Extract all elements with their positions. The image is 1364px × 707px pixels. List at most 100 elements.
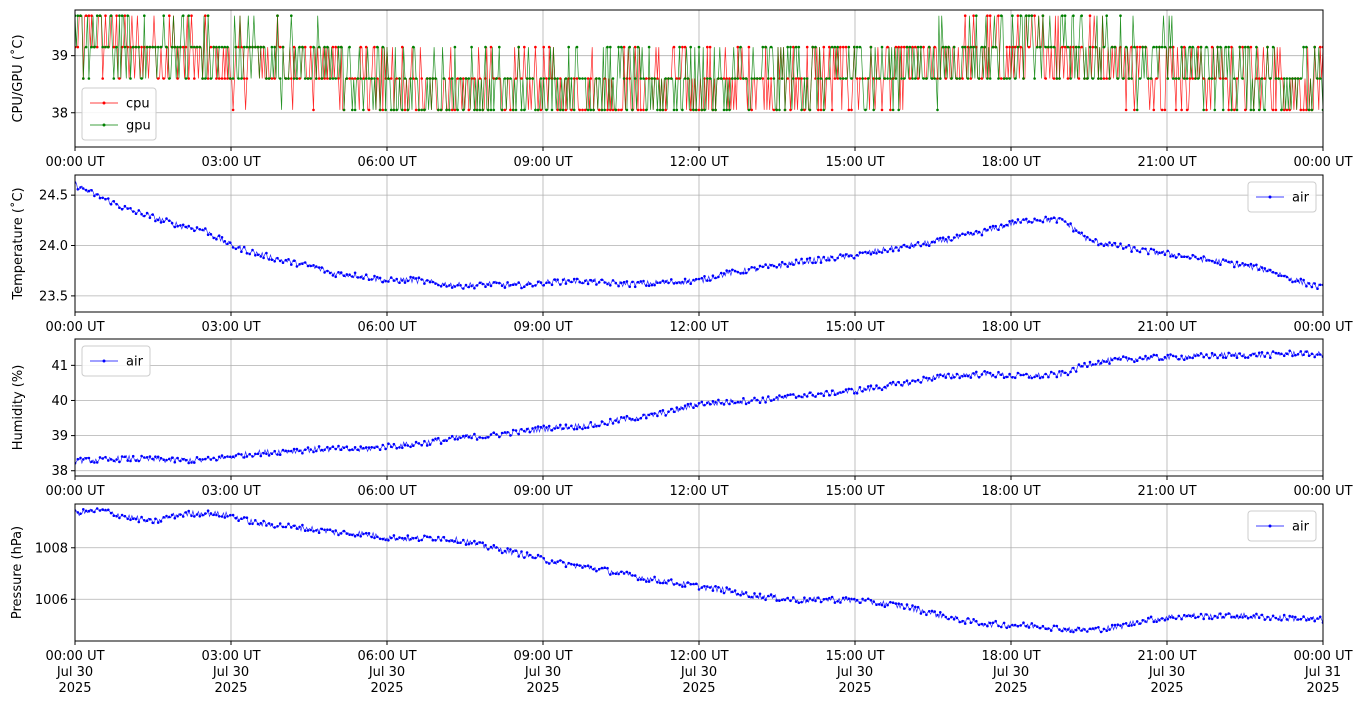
data-point [84,45,88,49]
legend-label-gpu: gpu [126,119,151,134]
data-point [448,284,451,287]
data-point [284,77,288,80]
data-point [645,108,648,112]
data-point [1130,358,1133,361]
data-point [891,249,895,253]
data-point [500,108,504,112]
data-point [1147,616,1150,620]
data-point [115,202,118,206]
data-point [972,45,975,49]
data-point [572,563,576,566]
data-point [1074,45,1078,49]
data-point [833,393,837,397]
data-point [894,45,898,49]
data-point [642,413,645,417]
data-point [1061,629,1064,633]
data-point [941,374,945,378]
data-point [137,45,141,49]
data-point [1235,356,1239,360]
data-point [215,513,218,517]
data-point [528,282,532,286]
data-point [717,586,720,589]
data-point [775,599,778,602]
data-point [514,429,518,432]
data-point [90,189,93,192]
data-point [384,279,387,283]
data-point [894,246,898,249]
data-point [1302,108,1305,112]
data-point [484,543,487,547]
data-point [1274,77,1278,80]
data-point [523,429,526,433]
data-point [362,77,365,80]
data-point [620,108,623,112]
data-point [595,77,598,80]
data-point [753,266,756,269]
data-point [597,567,601,571]
data-point [570,424,573,428]
data-point [628,45,631,49]
data-point [1036,45,1039,49]
data-point [1119,14,1122,17]
data-point [855,77,859,80]
data-point [1285,618,1289,621]
data-point [670,407,673,411]
data-point [315,449,318,453]
data-point [381,443,385,447]
data-point [109,458,113,461]
data-point [173,45,177,49]
data-point [542,424,545,428]
data-point [1246,356,1250,359]
data-point [115,514,118,518]
data-point [154,45,157,49]
data-point [262,519,265,523]
data-point [792,596,795,599]
data-point [425,444,429,447]
data-point [686,77,690,80]
data-point [1094,45,1097,49]
data-point [486,283,490,286]
data-point [866,77,870,80]
data-point [1077,626,1081,630]
data-point [719,590,723,593]
data-point [1080,45,1083,49]
data-point [878,77,881,80]
data-point [403,77,407,80]
data-point [215,77,218,80]
data-point [631,574,634,577]
data-point [187,509,190,513]
data-point [961,45,964,49]
data-point [486,436,490,439]
data-point [817,596,820,599]
data-point [517,555,520,558]
data-point [348,448,351,452]
data-point [778,394,781,397]
legend-label-cpu: cpu [126,97,150,112]
data-point [589,565,593,569]
data-point [595,424,598,428]
data-point [1077,45,1081,49]
data-point [609,573,612,576]
data-point [661,279,665,283]
data-point [1135,620,1139,623]
data-point [154,455,157,459]
data-point [653,283,656,287]
data-point [894,77,898,80]
data-point [326,269,329,273]
data-point [719,77,723,80]
data-point [916,241,920,244]
data-point [295,527,299,530]
data-point [309,528,313,532]
data-point [794,600,798,603]
data-point [878,250,881,254]
data-point [988,621,992,625]
data-point [248,45,251,49]
data-point [897,602,900,605]
data-point [1208,259,1211,262]
data-point [1249,45,1253,49]
data-point [292,45,296,49]
data-point [168,77,171,80]
data-point [1202,255,1205,258]
data-point [256,452,260,456]
data-point [683,585,687,588]
